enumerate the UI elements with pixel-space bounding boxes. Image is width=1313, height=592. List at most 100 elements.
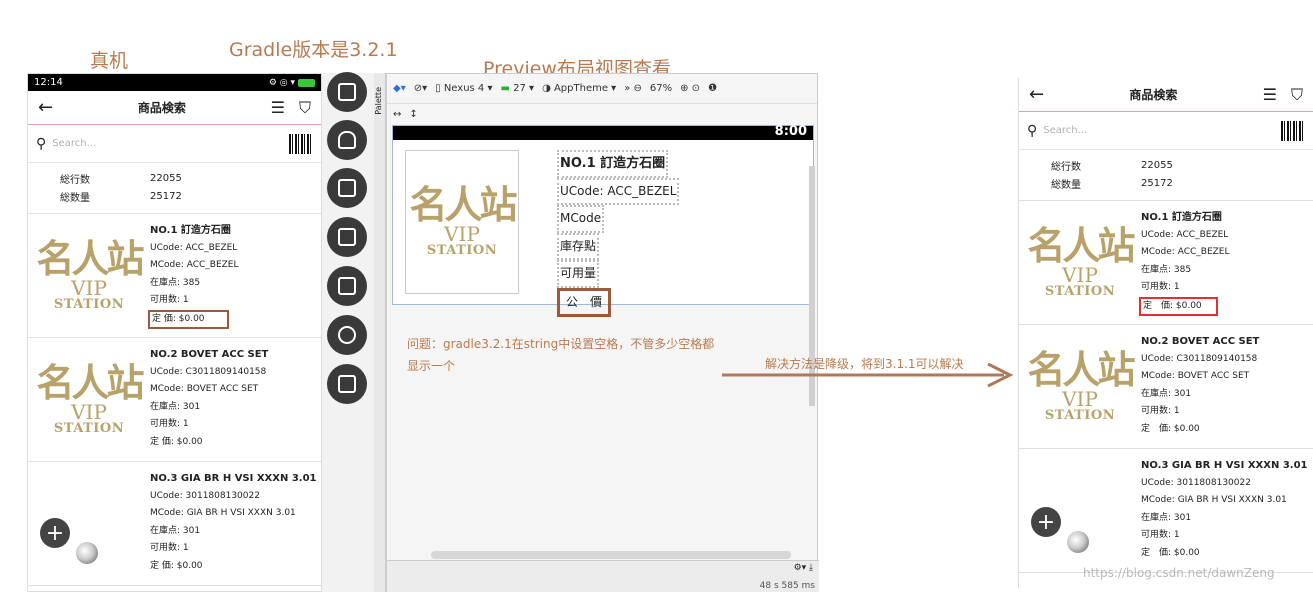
play-file-icon[interactable] [327,168,367,208]
real-device-label: 真机 [90,50,129,72]
item-name: NO.1 訂造方石圈 [1141,212,1222,223]
search-bar[interactable]: ⚲ Search... [28,125,321,163]
item-name: NO.2 BOVET ACC SET [1141,336,1260,347]
no-symbol-icon[interactable]: ⊘▾ [414,83,427,94]
warning-icon[interactable]: ❶ [708,83,717,94]
layers-icon[interactable]: ◆▾ [393,83,406,94]
item-price: 定 価: $0.00 [150,560,203,571]
diamond-image [76,542,98,564]
item-ucode: UCode: ACC_BEZEL [150,242,238,253]
item-ucode: UCode: C3011809140158 [1141,353,1258,364]
barcode-icon[interactable] [289,133,313,154]
barcode-icon[interactable] [1281,120,1305,141]
horizontal-resize-icon[interactable]: ↔ [393,109,401,120]
item-stock: 在庫点: 301 [150,525,201,536]
status-icons: ⚙ ◎ ▾ [268,77,295,88]
palette-label: Palette [374,87,383,115]
item-ucode: UCode: 3011808130022 [1141,477,1251,488]
item-mcode: MCode: BOVET ACC SET [1141,371,1250,382]
folder-icon[interactable] [327,72,367,112]
filter-icon[interactable]: ⛉ [1291,85,1303,105]
item-price: 定 価: $0.00 [1141,423,1200,434]
device-selector[interactable]: ▯ Nexus 4 ▾ [435,83,492,94]
problem-note: 问题：gradle3.2.1在string中设置空格，不管多少空格都 显示一个 [407,337,715,373]
filter-icon[interactable]: ⛉ [299,98,311,118]
item-name: NO.3 GIA BR H VSI XXXN 3.01 [150,473,317,484]
item-available: 可用数: 1 [1141,530,1180,541]
total-rows-value: 22055 [1141,159,1173,171]
total-qty-value: 25172 [1141,177,1173,189]
palette-tab[interactable]: Palette [374,73,386,592]
list-item[interactable]: 名人站 VIP STATION NO.2 BOVET ACC SET UCode: … [28,338,321,462]
zoom-in-icon[interactable]: ⊕ ⊙ [680,83,700,94]
item-mcode: MCode: BOVET ACC SET [150,384,259,395]
battery-icon [298,78,315,87]
search-input[interactable]: Search... [1043,125,1281,136]
list-icon[interactable]: ☰ [1263,85,1277,105]
item-ucode: UCode: 3011808130022 [150,490,260,501]
item-available: 可用数: 1 [150,295,189,306]
design-editor: ◆▾ ⊘▾ ▯ Nexus 4 ▾ ▬ 27 ▾ ◑ AppTheme ▾ » … [386,73,819,592]
item-mcode: MCode: GIA BR H VSI XXXN 3.01 [150,508,296,519]
preview-time: 8:00 [774,124,807,139]
contacts-icon[interactable] [327,315,367,355]
settings-icon[interactable]: ⚙▾ ⤓ [794,563,813,573]
list-item[interactable]: 名人站 VIP STATION NO.2 BOVET ACC SET UCode: … [1019,325,1313,449]
item-available: 可用数: 1 [150,543,189,554]
back-arrow-icon[interactable]: ← [38,97,53,118]
add-fab-button[interactable]: + [40,518,70,548]
editor-footer: ⚙▾ ⤓ 48 s 585 ms [387,560,819,592]
list-item[interactable]: 名人站 VIP STATION NO.1 訂造方石圈 UCode: ACC_BEZE… [1019,201,1313,325]
total-qty-label: 総数量 [1051,179,1081,191]
item-price-highlighted: 定 価: $0.00 [1139,296,1218,316]
diamond-image [1067,531,1089,553]
item-name: NO.2 BOVET ACC SET [150,349,269,360]
preview-stock: 庫存點 [557,232,600,260]
notes-icon[interactable] [327,364,367,404]
horizontal-scrollbar[interactable] [431,551,791,559]
totals-summary: 総行数 22055 総数量 25172 [1019,150,1313,201]
search-icon: ⚲ [1027,122,1038,139]
totals-summary: 総行数 22055 総数量 25172 [28,163,321,214]
item-stock: 在庫点: 301 [1141,512,1192,523]
vertical-resize-icon[interactable]: ↕ [409,109,417,120]
theme-selector[interactable]: ◑ AppTheme ▾ [542,83,616,94]
app-bar: ← 商品検索 ☰ ⛉ [1019,78,1313,112]
item-available: 可用数: 1 [150,419,189,430]
zoom-level: 67% [649,83,673,94]
api-selector[interactable]: ▬ 27 ▾ [500,83,534,94]
document-icon[interactable] [327,266,367,306]
item-stock: 在庫点: 385 [1141,264,1192,275]
copy-icon[interactable] [327,217,367,257]
list-icon[interactable]: ☰ [271,98,285,118]
gradle-version-label: Gradle版本是3.2.1 [229,39,398,61]
real-device-screen: 12:14 ⚙ ◎ ▾ ← 商品検索 ☰ ⛉ ⚲ Search... 総行数 220… [27,73,322,592]
render-time: 48 s 585 ms [759,581,815,591]
vip-station-logo: 名人站 VIP STATION [36,235,144,312]
total-rows-label: 総行数 [60,174,90,186]
list-item[interactable]: NO.3 GIA BR H VSI XXXN 3.01 UCode: 30118… [28,462,321,586]
preview-price-highlighted: 公 價 [557,287,612,317]
vip-station-logo: 名人站 VIP STATION [1027,222,1135,299]
list-item[interactable]: NO.3 GIA BR H VSI XXXN 3.01 UCode: 30118… [1019,449,1313,573]
preview-image: 名人站 VIP STATION [405,150,519,294]
preview-device: 8:00 名人站 VIP STATION NO.1 訂造方石圈 UCode: ACC… [392,124,814,317]
search-bar[interactable]: ⚲ Search... [1019,112,1313,150]
app-bar: ← 商品検索 ☰ ⛉ [28,91,321,125]
search-input[interactable]: Search... [52,138,289,149]
add-fab-button[interactable]: + [1031,507,1061,537]
list-item[interactable]: 名人站 VIP STATION NO.1 訂造方石圈 UCode: ACC_BEZE… [28,214,321,338]
android-icon[interactable] [327,120,367,160]
item-name: NO.3 GIA BR H VSI XXXN 3.01 [1141,460,1308,471]
back-arrow-icon[interactable]: ← [1029,84,1044,105]
zoom-out-icon[interactable]: » ⊖ [624,83,642,94]
orientation-toolbar: ↔ ↕ [387,104,817,124]
item-name: NO.1 訂造方石圈 [150,225,231,236]
vip-station-logo: 名人站 VIP STATION [409,182,517,258]
item-price: 定 価: $0.00 [1141,547,1200,558]
watermark: https://blog.csdn.net/dawnZeng [1083,566,1275,580]
status-bar: 12:14 ⚙ ◎ ▾ [28,74,321,91]
design-toolbar: ◆▾ ⊘▾ ▯ Nexus 4 ▾ ▬ 27 ▾ ◑ AppTheme ▾ » … [387,74,817,104]
total-rows-label: 総行数 [1051,161,1081,173]
page-title: 商品検索 [1129,88,1178,102]
